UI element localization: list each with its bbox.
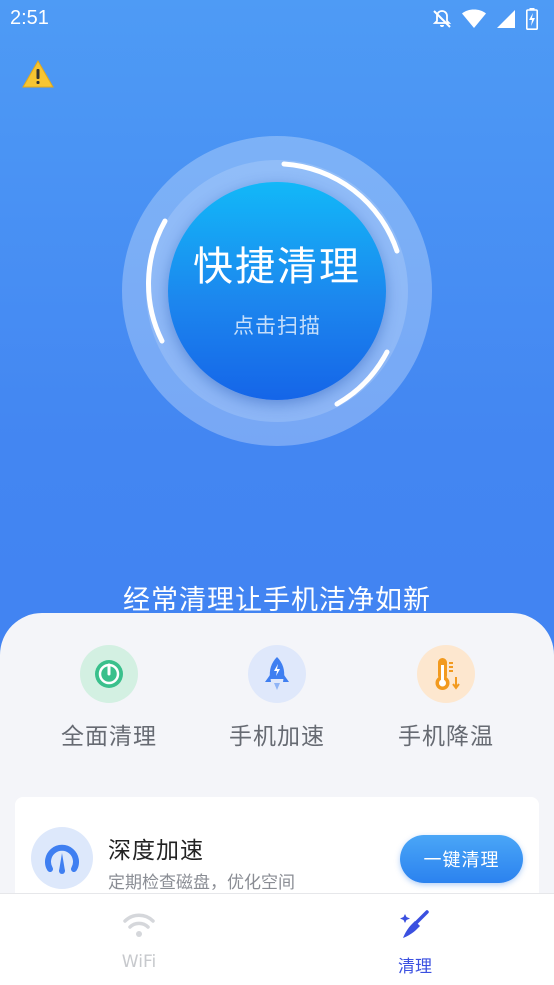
card-subtitle: 定期检查磁盘，优化空间 xyxy=(108,873,295,893)
tagline: 经常清理让手机洁净如新 xyxy=(123,585,431,616)
feature-full-clean[interactable]: 全面清理 xyxy=(24,645,194,751)
feature-label: 手机加速 xyxy=(229,724,325,750)
bottom-nav: WiFi 清理 xyxy=(0,893,554,985)
cell-signal-icon xyxy=(496,9,516,29)
card-title: 深度加速 xyxy=(108,838,204,864)
feature-row: 全面清理 手机加速 手机降温 xyxy=(0,645,554,765)
nav-label-clean: 清理 xyxy=(398,957,432,977)
thermometer-icon xyxy=(417,645,475,703)
deep-speed-card: 深度加速 定期检查磁盘，优化空间 一键清理 xyxy=(15,797,539,907)
status-bar: 2:51 xyxy=(0,0,554,38)
warning-icon[interactable] xyxy=(22,59,54,88)
scan-subtitle: 点击扫描 xyxy=(233,314,321,338)
broom-icon xyxy=(355,908,475,942)
feature-label: 全面清理 xyxy=(61,724,157,750)
clean-all-icon xyxy=(80,645,138,703)
feature-speed-up[interactable]: 手机加速 xyxy=(192,645,362,751)
status-time: 2:51 xyxy=(10,7,49,29)
scan-inner-circle[interactable]: 快捷清理 点击扫描 xyxy=(168,182,386,400)
notifications-off-icon xyxy=(432,9,452,29)
speedometer-icon xyxy=(31,827,93,889)
battery-icon xyxy=(526,8,538,30)
nav-item-wifi[interactable]: WiFi xyxy=(79,908,199,972)
scan-title: 快捷清理 xyxy=(193,244,361,290)
one-click-clean-button[interactable]: 一键清理 xyxy=(400,835,523,883)
quick-clean-scan-button[interactable]: 快捷清理 点击扫描 xyxy=(122,136,432,446)
wifi-icon xyxy=(79,908,199,942)
nav-label-wifi: WiFi xyxy=(121,952,157,972)
rocket-icon xyxy=(248,645,306,703)
wifi-signal-icon xyxy=(462,9,486,29)
nav-item-clean[interactable]: 清理 xyxy=(355,908,475,977)
feature-label: 手机降温 xyxy=(398,724,494,750)
feature-cool-down[interactable]: 手机降温 xyxy=(361,645,531,751)
status-icons xyxy=(432,8,538,30)
